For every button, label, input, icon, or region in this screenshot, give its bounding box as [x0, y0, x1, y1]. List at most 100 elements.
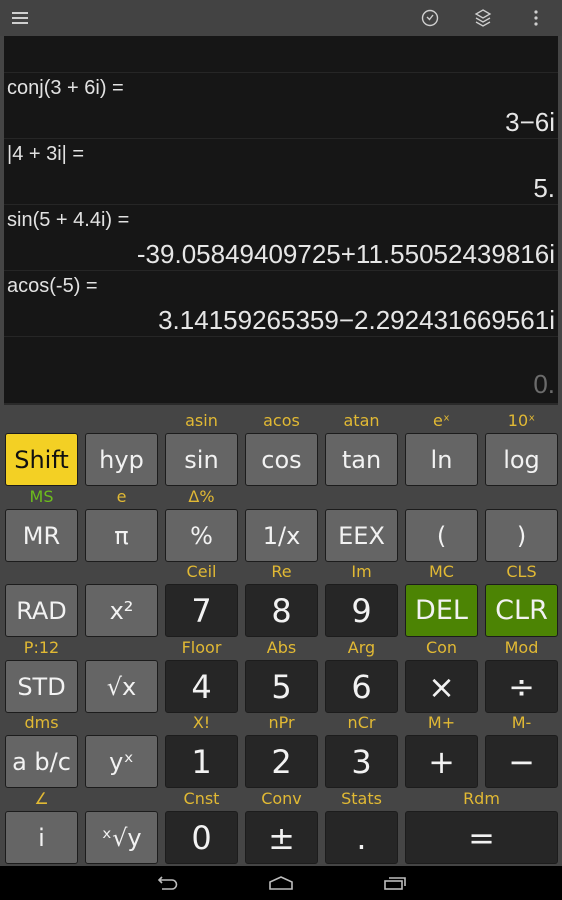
recents-icon[interactable] [378, 873, 412, 893]
digit-9-key[interactable]: 9 [325, 584, 398, 637]
history-expression: acos(-5) = [7, 275, 98, 297]
secondary-function-label: Ceil [186, 562, 217, 581]
home-icon[interactable] [264, 873, 298, 893]
key-label: RAD [16, 596, 67, 625]
key-label: x² [109, 596, 134, 625]
key-label: ˣ√y [101, 823, 142, 852]
equals-key[interactable]: = [405, 811, 558, 864]
key-label: 1/x [262, 521, 301, 550]
history-entry[interactable]: sin(5 + 4.4i) = -39.05849409725+11.55052… [4, 204, 558, 270]
secondary-function-label: atan [343, 411, 380, 430]
secondary-function-label: ∠ [34, 789, 49, 808]
secondary-function-label: Con [425, 638, 458, 657]
history-entry[interactable]: acos(-5) = 3.14159265359−2.292431669561i [4, 270, 558, 336]
digit-1-key[interactable]: 1 [165, 735, 238, 788]
add-key[interactable]: + [405, 735, 478, 788]
key-label: 2 [271, 742, 292, 781]
shift-key[interactable]: Shift [5, 433, 78, 486]
key-label: % [190, 521, 213, 550]
secondary-function-label: acos [263, 411, 300, 430]
key-label: − [508, 742, 535, 781]
secondary-function-label: MC [429, 562, 454, 581]
secondary-function-label: M+ [427, 713, 456, 732]
digit-4-key[interactable]: 4 [165, 660, 238, 713]
close-paren-key[interactable]: ) [485, 509, 558, 562]
history-expression: |4 + 3i| = [7, 143, 85, 165]
percent-key[interactable]: % [165, 509, 238, 562]
key-label: 1 [191, 742, 212, 781]
digit-2-key[interactable]: 2 [245, 735, 318, 788]
secondary-function-label: Mod [504, 638, 539, 657]
digit-3-key[interactable]: 3 [325, 735, 398, 788]
square-key[interactable]: x² [85, 584, 158, 637]
key-label: + [428, 742, 455, 781]
digit-0-key[interactable]: 0 [165, 811, 238, 864]
sin-key[interactable]: sin [165, 433, 238, 486]
hyp-key[interactable]: hyp [85, 433, 158, 486]
ln-key[interactable]: ln [405, 433, 478, 486]
digit-6-key[interactable]: 6 [325, 660, 398, 713]
nth-root-key[interactable]: ˣ√y [85, 811, 158, 864]
secondary-function-label: e [116, 487, 127, 506]
digit-5-key[interactable]: 5 [245, 660, 318, 713]
angle-mode-key[interactable]: RAD [5, 584, 78, 637]
key-label: 5 [271, 667, 292, 706]
power-key[interactable]: yˣ [85, 735, 158, 788]
key-label: 6 [351, 667, 372, 706]
key-label: Shift [14, 445, 69, 474]
hamburger-menu-icon[interactable] [10, 8, 30, 28]
delete-key[interactable]: DEL [405, 584, 478, 637]
pi-key[interactable]: π [85, 509, 158, 562]
divide-key[interactable]: ÷ [485, 660, 558, 713]
secondary-function-label: 10ˣ [507, 411, 536, 430]
subtract-key[interactable]: − [485, 735, 558, 788]
clear-key[interactable]: CLR [485, 584, 558, 637]
key-label: sin [184, 445, 219, 474]
action-bar [0, 0, 562, 36]
history-result: 3.14159265359−2.292431669561i [158, 305, 555, 335]
log-key[interactable]: log [485, 433, 558, 486]
secondary-function-label: Arg [347, 638, 376, 657]
secondary-function-label: Conv [261, 789, 302, 808]
calculator-display: conj(3 + 6i) = 3−6i |4 + 3i| = 5. sin(5 … [4, 36, 558, 405]
history-entry[interactable]: |4 + 3i| = 5. [4, 138, 558, 204]
back-icon[interactable] [150, 873, 184, 893]
key-label: 9 [351, 591, 372, 630]
fraction-key[interactable]: a b/c [5, 735, 78, 788]
system-navigation-bar [0, 866, 562, 900]
key-label: π [114, 521, 129, 550]
current-entry-row [4, 336, 558, 403]
secondary-function-label: MS [29, 487, 54, 506]
key-label: STD [17, 672, 66, 701]
secondary-function-label: eˣ [433, 411, 450, 430]
reciprocal-key[interactable]: 1/x [245, 509, 318, 562]
layers-icon[interactable] [473, 8, 493, 28]
secondary-function-label: P:12 [23, 638, 60, 657]
secondary-function-label: Rdm [463, 789, 500, 808]
digit-8-key[interactable]: 8 [245, 584, 318, 637]
digit-7-key[interactable]: 7 [165, 584, 238, 637]
decimal-point-key[interactable]: . [325, 811, 398, 864]
open-paren-key[interactable]: ( [405, 509, 478, 562]
exponent-entry-key[interactable]: EEX [325, 509, 398, 562]
imaginary-unit-key[interactable]: i [5, 811, 78, 864]
key-label: tan [341, 445, 382, 474]
secondary-function-label: X! [192, 713, 211, 732]
current-value: 0. [533, 369, 555, 399]
key-label: log [503, 445, 540, 474]
sign-toggle-key[interactable]: ± [245, 811, 318, 864]
square-root-key[interactable]: √x [85, 660, 158, 713]
tan-key[interactable]: tan [325, 433, 398, 486]
more-vert-icon[interactable] [526, 8, 546, 28]
key-label: CLR [495, 595, 548, 626]
display-mode-key[interactable]: STD [5, 660, 78, 713]
memory-recall-key[interactable]: MR [5, 509, 78, 562]
secondary-function-label: Im [351, 562, 372, 581]
cos-key[interactable]: cos [245, 433, 318, 486]
multiply-key[interactable]: × [405, 660, 478, 713]
history-entry[interactable]: conj(3 + 6i) = 3−6i [4, 72, 558, 138]
key-label: yˣ [109, 747, 134, 776]
secondary-function-label: Cnst [183, 789, 220, 808]
secondary-function-label: M- [511, 713, 532, 732]
clock-icon[interactable] [420, 8, 440, 28]
